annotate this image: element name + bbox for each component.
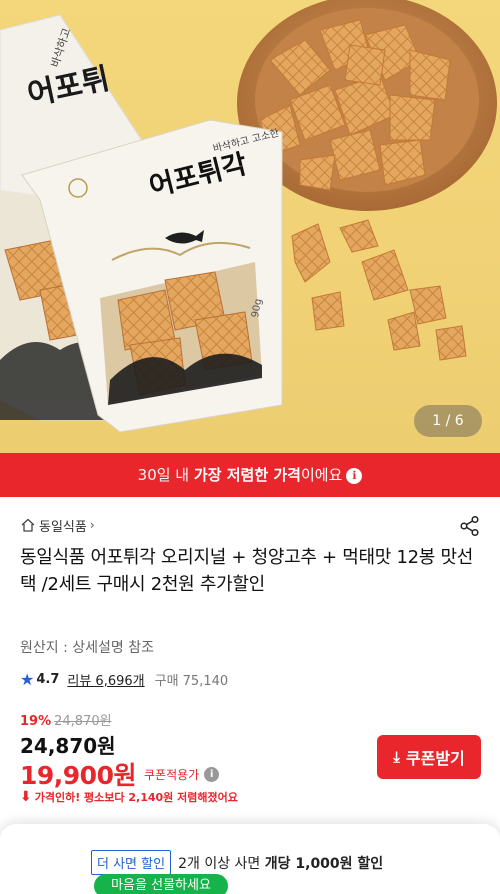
price-drop-text: 가격인하! 평소보다 2,140원 저렴해졌어요 [34, 791, 238, 804]
bundle-discount-row[interactable]: 더 사면 할인 2개 이상 사면 개당 1,000원 할인 [91, 850, 383, 875]
arrow-down-icon: ⬇ [20, 789, 32, 805]
download-icon: ⤓ [393, 748, 400, 766]
discount-percent: 19% [20, 714, 52, 729]
question-icon[interactable]: i [204, 766, 220, 782]
bundle-tag: 더 사면 할인 [91, 850, 172, 875]
price-drop-notice: ⬇ 가격인하! 평소보다 2,140원 저렴해졌어요 [20, 789, 238, 805]
banner-prefix: 30일 내 [137, 466, 194, 484]
store-link[interactable]: 동일식품 › [20, 514, 95, 536]
reviews-link[interactable]: 리뷰 6,696개 [67, 670, 144, 689]
gift-button[interactable]: 마음을 선물하세요 [94, 874, 228, 894]
product-image[interactable]: 어포튀 바삭하고 어포튀각 바삭하고 고소한 90g 1 / 6 [0, 0, 500, 453]
share-icon[interactable] [459, 515, 481, 537]
discount-row: 19% 24,870원 [20, 710, 112, 729]
home-icon [21, 518, 35, 532]
coupon-button-label: 쿠폰받기 [405, 751, 465, 768]
banner-suffix: 이에요 [300, 466, 343, 484]
image-counter: 1 / 6 [414, 405, 482, 437]
info-icon[interactable]: ℹ [346, 468, 363, 484]
purchase-count: 구매 75,140 [154, 674, 229, 689]
star-icon: ★ [20, 670, 35, 689]
coupon-price: 19,900원 [20, 761, 136, 790]
sale-price: 24,870원 [20, 734, 116, 758]
coupon-price-row: 19,900원 쿠폰적용가 i [20, 756, 220, 792]
rating-score: 4.7 [36, 672, 60, 687]
coupon-price-label: 쿠폰적용가 [143, 767, 200, 782]
product-title: 동일식품 어포튀각 오리지널 + 청양고추 + 먹태맛 12봉 맛선택 /2세트… [20, 547, 473, 595]
original-price: 24,870원 [54, 714, 112, 729]
origin-info: 원산지 : 상세설명 참조 [20, 640, 154, 656]
product-photo: 어포튀 바삭하고 어포튀각 바삭하고 고소한 90g [0, 0, 497, 433]
rating-row: ★ 4.7 리뷰 6,696개 구매 75,140 [20, 670, 228, 689]
lowest-price-banner[interactable]: 30일 내 가장 저렴한 가격이에요 ℹ [0, 453, 500, 497]
coupon-download-button[interactable]: ⤓ 쿠폰받기 [377, 735, 481, 779]
bundle-text: 2개 이상 사면 개당 1,000원 할인 [178, 855, 384, 872]
store-name: 동일식품 [39, 519, 87, 535]
banner-highlight: 가장 저렴한 가격 [193, 466, 301, 484]
chevron-right-icon: › [89, 518, 95, 532]
